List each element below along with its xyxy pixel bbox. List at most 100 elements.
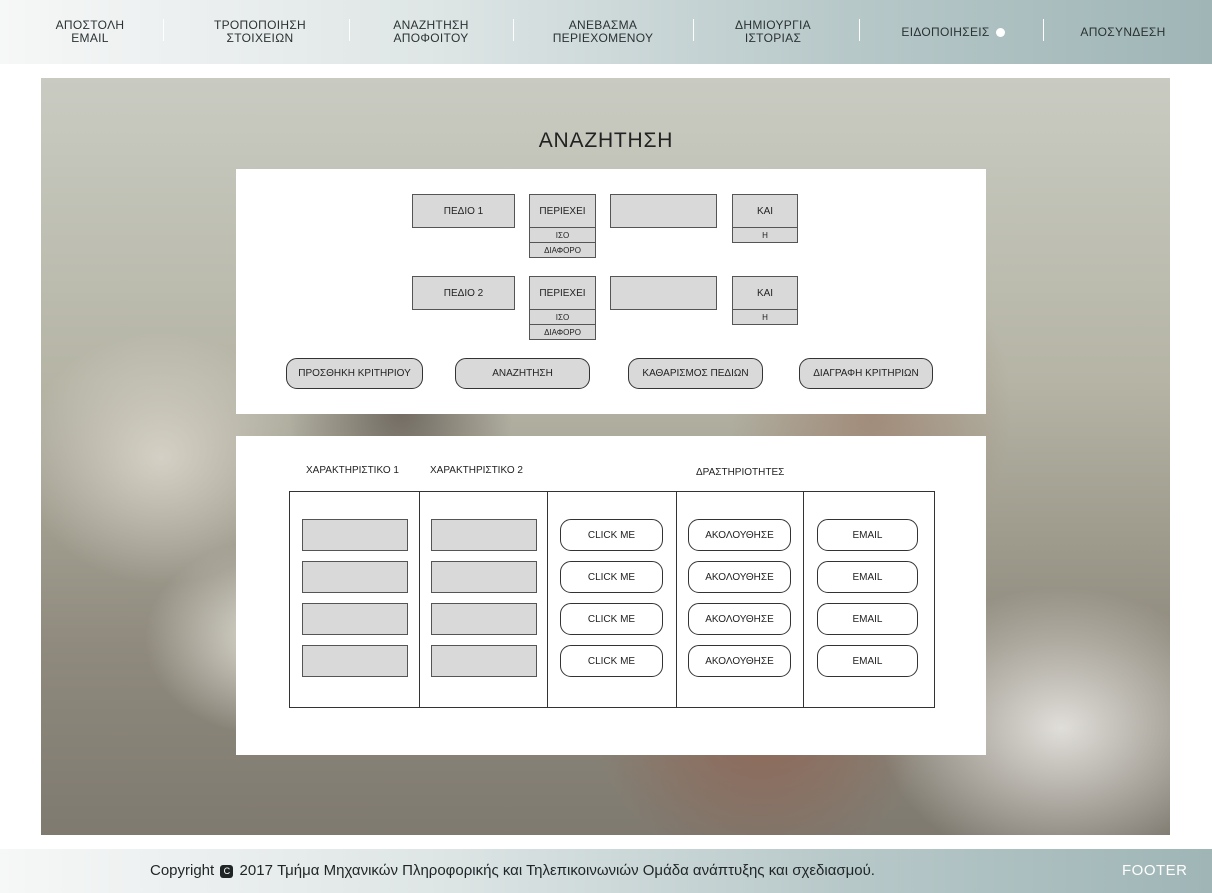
operator-1-option-different[interactable]: ΔΙΑΦΟΡΟ bbox=[529, 243, 596, 258]
search-results-panel: ΧΑΡΑΚΤΗΡΙΣΤΙΚΟ 1 ΧΑΡΑΚΤΗΡΙΣΤΙΚΟ 2 ΔΡΑΣΤΗ… bbox=[236, 436, 986, 755]
logic-2-option-or[interactable]: Η bbox=[732, 310, 798, 325]
field-1-select[interactable]: ΠΕΔΙΟ 1 bbox=[412, 194, 515, 228]
logic-2-select[interactable]: ΚΑΙ bbox=[732, 276, 798, 310]
row-2-attribute-2-field[interactable] bbox=[431, 561, 537, 593]
results-table: CLICK ME ΑΚΟΛΟΥΘΗΣΕ EMAIL CLICK ME ΑΚΟΛΟ… bbox=[289, 491, 935, 708]
nav-separator bbox=[1043, 19, 1044, 41]
column-divider bbox=[419, 492, 420, 707]
logic-1-select[interactable]: ΚΑΙ bbox=[732, 194, 798, 228]
row-3-attribute-2-field[interactable] bbox=[431, 603, 537, 635]
operator-1-option-equal-label: ΙΣΟ bbox=[555, 230, 570, 240]
operator-2-option-different-label: ΔΙΑΦΟΡΟ bbox=[544, 327, 581, 337]
nav-upload-content-label: ΑΝΕΒΑΣΜΑ ΠΕΡΙΕΧΟΜΕΝΟΥ bbox=[553, 19, 654, 45]
operator-1-option-equal[interactable]: ΙΣΟ bbox=[529, 228, 596, 243]
delete-criteria-button[interactable]: ΔΙΑΓΡΑΦΗ ΚΡΙΤΗΡΙΩΝ bbox=[799, 358, 933, 389]
row-4-email-label: EMAIL bbox=[852, 655, 883, 667]
nav-graduate-search[interactable]: ΑΝΑΖΗΤΗΣΗ ΑΠΟΦΟΙΤΟΥ bbox=[372, 0, 490, 64]
footer-copyright: Copyright C 2017 Τμήμα Μηχανικών Πληροφο… bbox=[150, 862, 875, 879]
nav-graduate-search-line1: ΑΝΑΖΗΤΗΣΗ bbox=[393, 18, 469, 32]
copyright-prefix: Copyright bbox=[150, 862, 215, 879]
nav-create-story[interactable]: ΔΗΜΙΟΥΡΓΙΑ ΙΣΤΟΡΙΑΣ bbox=[714, 0, 832, 64]
copyright-text: 2017 Τμήμα Μηχανικών Πληροφορικής και Τη… bbox=[239, 862, 875, 879]
row-1-click-me-label: CLICK ME bbox=[587, 529, 636, 541]
column-divider bbox=[547, 492, 548, 707]
field-2-select[interactable]: ΠΕΔΙΟ 2 bbox=[412, 276, 515, 310]
row-4-email-button[interactable]: EMAIL bbox=[817, 645, 918, 677]
row-1-click-me-button[interactable]: CLICK ME bbox=[560, 519, 663, 551]
nav-create-story-label: ΔΗΜΙΟΥΡΓΙΑ ΙΣΤΟΡΙΑΣ bbox=[735, 19, 811, 45]
search-button-label: ΑΝΑΖΗΤΗΣΗ bbox=[492, 368, 553, 379]
nav-separator bbox=[163, 19, 164, 41]
row-4-click-me-label: CLICK ME bbox=[587, 655, 636, 667]
nav-send-email[interactable]: ΑΠΟΣΤΟΛΗ EMAIL bbox=[40, 0, 140, 64]
operator-2-selected: ΠΕΡΙΕΧΕΙ bbox=[539, 287, 586, 299]
row-4-click-me-button[interactable]: CLICK ME bbox=[560, 645, 663, 677]
operator-2-option-different[interactable]: ΔΙΑΦΟΡΟ bbox=[529, 325, 596, 340]
row-2-click-me-label: CLICK ME bbox=[587, 571, 636, 583]
value-1-input[interactable] bbox=[610, 194, 717, 228]
row-1-attribute-1-field[interactable] bbox=[302, 519, 408, 551]
nav-graduate-search-label: ΑΝΑΖΗΤΗΣΗ ΑΠΟΦΟΙΤΟΥ bbox=[393, 19, 468, 45]
copyright-icon: C bbox=[220, 865, 234, 878]
nav-edit-details-line1: ΤΡΟΠΟΠΟΙΗΣΗ bbox=[213, 18, 307, 32]
nav-notifications[interactable]: ΕΙΔΟΠΟΙΗΣΕΙΣ bbox=[880, 0, 1026, 64]
row-4-follow-button[interactable]: ΑΚΟΛΟΥΘΗΣΕ bbox=[688, 645, 791, 677]
row-3-email-label: EMAIL bbox=[852, 613, 883, 625]
row-3-email-button[interactable]: EMAIL bbox=[817, 603, 918, 635]
logic-2-selected: ΚΑΙ bbox=[756, 287, 774, 299]
row-2-follow-button[interactable]: ΑΚΟΛΟΥΘΗΣΕ bbox=[688, 561, 791, 593]
row-1-follow-label: ΑΚΟΛΟΥΘΗΣΕ bbox=[705, 529, 774, 541]
nav-upload-content[interactable]: ΑΝΕΒΑΣΜΑ ΠΕΡΙΕΧΟΜΕΝΟΥ bbox=[534, 0, 672, 64]
search-button[interactable]: ΑΝΑΖΗΤΗΣΗ bbox=[455, 358, 590, 389]
row-2-email-button[interactable]: EMAIL bbox=[817, 561, 918, 593]
column-header-attribute-2: ΧΑΡΑΚΤΗΡΙΣΤΙΚΟ 2 bbox=[430, 465, 523, 476]
add-criterion-button[interactable]: ΠΡΟΣΘΗΚΗ ΚΡΙΤΗΡΙΟΥ bbox=[286, 358, 423, 389]
nav-logout-label: ΑΠΟΣΥΝΔΕΣΗ bbox=[1080, 24, 1166, 39]
operator-2-option-equal[interactable]: ΙΣΟ bbox=[529, 310, 596, 325]
nav-separator bbox=[693, 19, 694, 41]
value-2-input[interactable] bbox=[610, 276, 717, 310]
operator-1-select[interactable]: ΠΕΡΙΕΧΕΙ bbox=[529, 194, 596, 228]
row-1-attribute-2-field[interactable] bbox=[431, 519, 537, 551]
row-3-attribute-1-field[interactable] bbox=[302, 603, 408, 635]
nav-upload-content-line2: ΠΕΡΙΕΧΟΜΕΝΟΥ bbox=[552, 31, 654, 45]
page-title: ΑΝΑΖΗΤΗΣΗ bbox=[538, 129, 674, 152]
nav-create-story-line2: ΙΣΤΟΡΙΑΣ bbox=[744, 31, 802, 45]
operator-2-select[interactable]: ΠΕΡΙΕΧΕΙ bbox=[529, 276, 596, 310]
delete-criteria-label: ΔΙΑΓΡΑΦΗ ΚΡΙΤΗΡΙΩΝ bbox=[813, 368, 919, 379]
nav-send-email-line1: ΑΠΟΣΤΟΛΗ bbox=[55, 18, 125, 32]
row-4-attribute-2-field[interactable] bbox=[431, 645, 537, 677]
clear-fields-button[interactable]: ΚΑΘΑΡΙΣΜΟΣ ΠΕΔΙΩΝ bbox=[628, 358, 763, 389]
row-3-follow-button[interactable]: ΑΚΟΛΟΥΘΗΣΕ bbox=[688, 603, 791, 635]
row-1-email-button[interactable]: EMAIL bbox=[817, 519, 918, 551]
row-2-click-me-button[interactable]: CLICK ME bbox=[560, 561, 663, 593]
footer-label: FOOTER bbox=[1122, 862, 1188, 879]
operator-1-option-different-label: ΔΙΑΦΟΡΟ bbox=[544, 245, 581, 255]
nav-edit-details-line2: ΣΤΟΙΧΕΙΩΝ bbox=[226, 31, 294, 45]
logic-1-option-or[interactable]: Η bbox=[732, 228, 798, 243]
nav-send-email-label: ΑΠΟΣΤΟΛΗ EMAIL bbox=[56, 19, 125, 45]
top-navigation: ΑΠΟΣΤΟΛΗ EMAIL ΤΡΟΠΟΠΟΙΗΣΗ ΣΤΟΙΧΕΙΩΝ ΑΝΑ… bbox=[0, 0, 1212, 64]
search-criteria-panel: ΠΕΔΙΟ 1 ΠΕΡΙΕΧΕΙ ΙΣΟ ΔΙΑΦΟΡΟ ΚΑΙ Η ΠΕΔΙΟ… bbox=[236, 169, 986, 414]
field-2-label: ΠΕΔΙΟ 2 bbox=[443, 287, 484, 299]
nav-separator bbox=[349, 19, 350, 41]
row-3-click-me-button[interactable]: CLICK ME bbox=[560, 603, 663, 635]
row-3-follow-label: ΑΚΟΛΟΥΘΗΣΕ bbox=[705, 613, 774, 625]
row-3-click-me-label: CLICK ME bbox=[587, 613, 636, 625]
nav-send-email-line2: EMAIL bbox=[71, 31, 109, 45]
add-criterion-label: ΠΡΟΣΘΗΚΗ ΚΡΙΤΗΡΙΟΥ bbox=[298, 368, 411, 379]
column-divider bbox=[803, 492, 804, 707]
row-1-email-label: EMAIL bbox=[852, 529, 883, 541]
nav-edit-details[interactable]: ΤΡΟΠΟΠΟΙΗΣΗ ΣΤΟΙΧΕΙΩΝ bbox=[195, 0, 325, 64]
nav-separator bbox=[513, 19, 514, 41]
column-header-activities: ΔΡΑΣΤΗΡΙΟΤΗΤΕΣ bbox=[696, 467, 785, 478]
row-2-attribute-1-field[interactable] bbox=[302, 561, 408, 593]
notification-dot-icon bbox=[995, 27, 1005, 37]
nav-edit-details-label: ΤΡΟΠΟΠΟΙΗΣΗ ΣΤΟΙΧΕΙΩΝ bbox=[214, 19, 306, 45]
logic-1-selected: ΚΑΙ bbox=[756, 205, 774, 217]
nav-upload-content-line1: ΑΝΕΒΑΣΜΑ bbox=[568, 18, 638, 32]
row-4-attribute-1-field[interactable] bbox=[302, 645, 408, 677]
nav-logout[interactable]: ΑΠΟΣΥΝΔΕΣΗ bbox=[1062, 0, 1184, 64]
row-1-follow-button[interactable]: ΑΚΟΛΟΥΘΗΣΕ bbox=[688, 519, 791, 551]
clear-fields-label: ΚΑΘΑΡΙΣΜΟΣ ΠΕΔΙΩΝ bbox=[642, 368, 749, 379]
